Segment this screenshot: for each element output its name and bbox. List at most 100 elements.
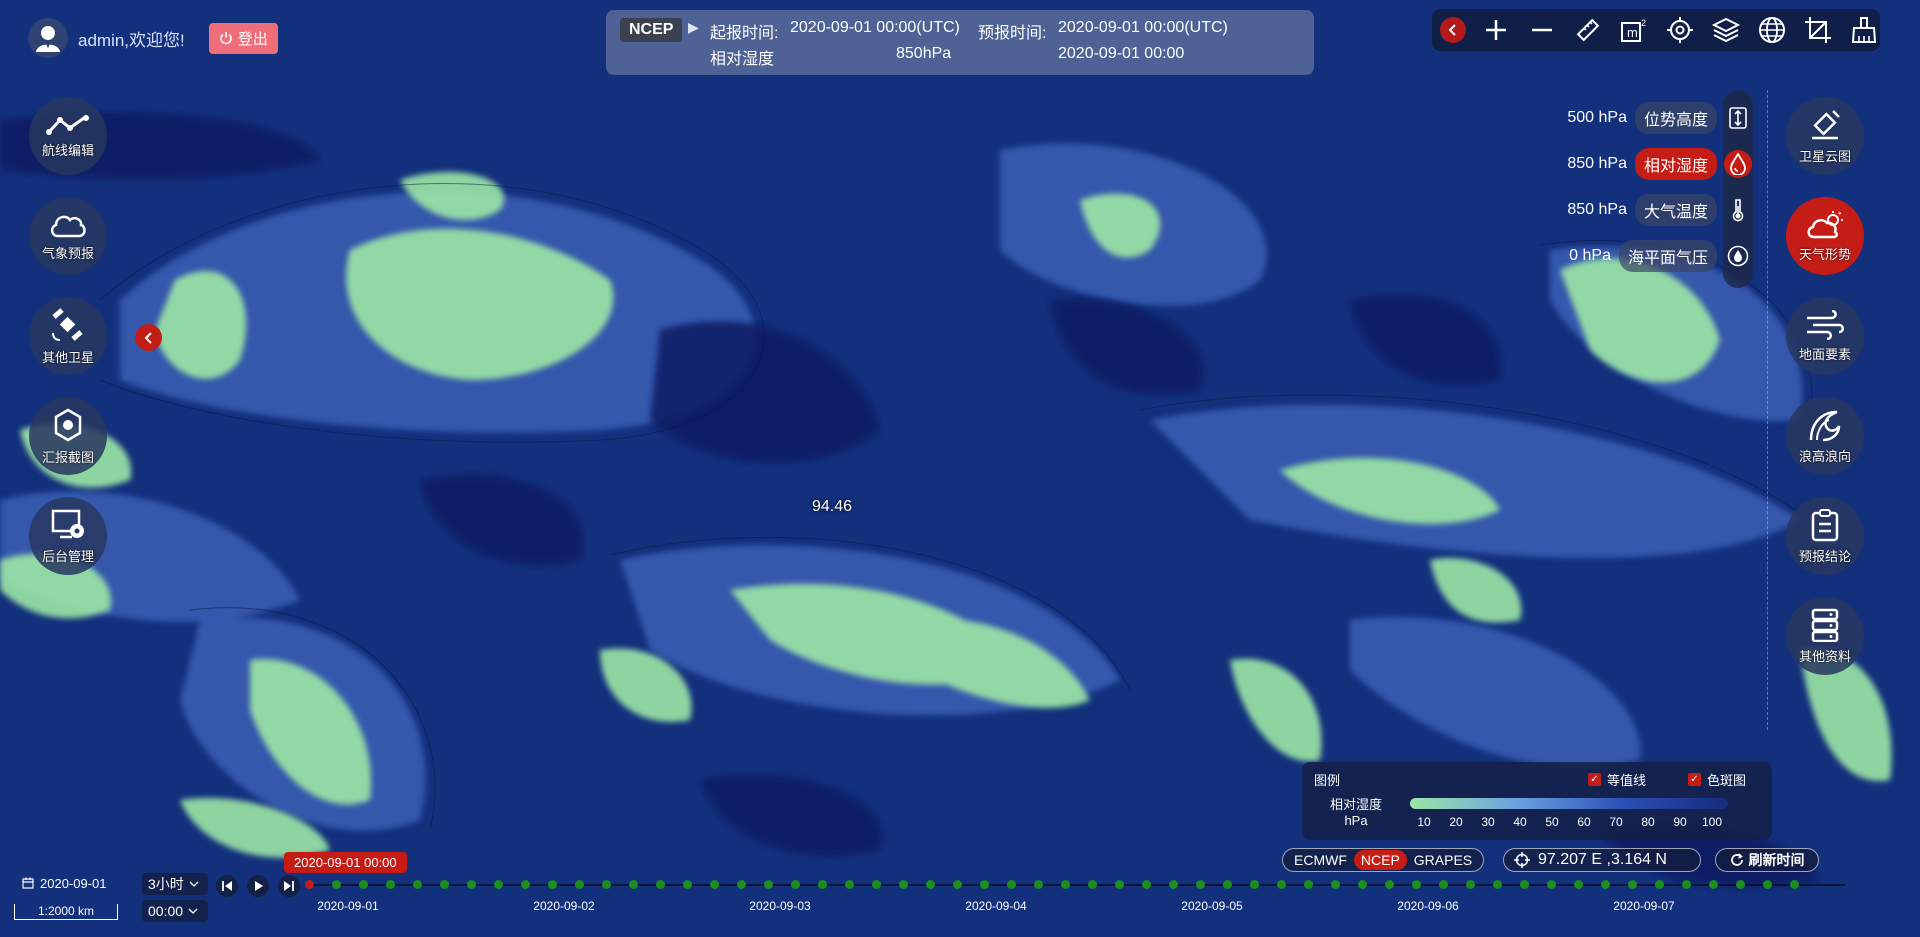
- timeline-step[interactable]: [710, 880, 719, 889]
- logout-button[interactable]: 登出: [208, 22, 278, 54]
- timeline-step[interactable]: [1250, 880, 1259, 889]
- timeline-step[interactable]: [1682, 880, 1691, 889]
- timeline-step[interactable]: [1115, 880, 1124, 889]
- timeline-step[interactable]: [1142, 880, 1151, 889]
- timeline-step[interactable]: [656, 880, 665, 889]
- timeline-step[interactable]: [872, 880, 881, 889]
- timeline-step[interactable]: [1034, 880, 1043, 889]
- timeline-step[interactable]: [1061, 880, 1070, 889]
- timeline-step[interactable]: [737, 880, 746, 889]
- hour-select[interactable]: 00:00: [142, 900, 208, 922]
- layer-humidity[interactable]: 850 hPa 相对湿度: [1567, 148, 1717, 180]
- nav-admin[interactable]: 后台管理: [29, 497, 107, 575]
- timeline-step[interactable]: [1304, 880, 1313, 889]
- timeline-step[interactable]: [1520, 880, 1529, 889]
- skip-back-button[interactable]: [216, 875, 238, 897]
- timeline-step[interactable]: [1439, 880, 1448, 889]
- globe-button[interactable]: [1756, 14, 1788, 46]
- timeline-step[interactable]: [521, 880, 530, 889]
- nav-wave[interactable]: 浪高浪向: [1786, 397, 1864, 475]
- timeline-step[interactable]: [845, 880, 854, 889]
- time-step-select[interactable]: 3小时: [142, 873, 208, 895]
- timeline[interactable]: [305, 880, 1855, 889]
- timeline-step[interactable]: [1547, 880, 1556, 889]
- timeline-step[interactable]: [1169, 880, 1178, 889]
- timeline-step[interactable]: [467, 880, 476, 889]
- zoom-out-button[interactable]: [1526, 14, 1558, 46]
- locate-button[interactable]: [1664, 14, 1696, 46]
- timeline-step[interactable]: [1709, 880, 1718, 889]
- timeline-step[interactable]: [1223, 880, 1232, 889]
- timeline-step[interactable]: [1763, 880, 1772, 889]
- nav-satellite-cloud[interactable]: 卫星云图: [1786, 97, 1864, 175]
- timeline-step[interactable]: [1007, 880, 1016, 889]
- timeline-step[interactable]: [926, 880, 935, 889]
- nav-report-screenshot[interactable]: 汇报截图: [29, 397, 107, 475]
- pressure-toggle[interactable]: [1724, 242, 1752, 270]
- temperature-toggle[interactable]: [1724, 196, 1752, 224]
- timeline-step[interactable]: [980, 880, 989, 889]
- model-option-ecmwf[interactable]: ECMWF: [1287, 850, 1354, 870]
- toolbar-collapse-button[interactable]: [1440, 17, 1466, 43]
- timeline-step[interactable]: [764, 880, 773, 889]
- nav-weather-forecast[interactable]: 气象预报: [29, 197, 107, 275]
- skip-forward-button[interactable]: [278, 875, 300, 897]
- timeline-step[interactable]: [386, 880, 395, 889]
- humidity-toggle[interactable]: [1724, 150, 1752, 178]
- height-toggle[interactable]: [1724, 104, 1752, 132]
- layer-geopotential[interactable]: 500 hPa 位势高度: [1567, 102, 1717, 134]
- timeline-step[interactable]: [1385, 880, 1394, 889]
- contour-checkbox[interactable]: ✓ 等值线: [1588, 770, 1646, 789]
- model-option-grapes[interactable]: GRAPES: [1407, 850, 1479, 870]
- ruler-button[interactable]: [1572, 14, 1604, 46]
- timeline-step[interactable]: [1331, 880, 1340, 889]
- timeline-step[interactable]: [1574, 880, 1583, 889]
- timeline-step[interactable]: [359, 880, 368, 889]
- timeline-step[interactable]: [494, 880, 503, 889]
- zoom-in-button[interactable]: [1480, 14, 1512, 46]
- timeline-step[interactable]: [1196, 880, 1205, 889]
- nav-other-data[interactable]: 其他资料: [1786, 597, 1864, 675]
- layer-temperature[interactable]: 850 hPa 大气温度: [1567, 194, 1717, 226]
- nav-other-satellites[interactable]: 其他卫星: [29, 297, 107, 375]
- timeline-step[interactable]: [1736, 880, 1745, 889]
- layers-button[interactable]: [1710, 14, 1742, 46]
- area-measure-button[interactable]: m2: [1618, 14, 1650, 46]
- timeline-step[interactable]: [791, 880, 800, 889]
- timeline-step[interactable]: [1358, 880, 1367, 889]
- timeline-step[interactable]: [332, 880, 341, 889]
- timeline-step[interactable]: [548, 880, 557, 889]
- timeline-step[interactable]: [1088, 880, 1097, 889]
- timeline-step-current[interactable]: [305, 880, 314, 889]
- date-picker[interactable]: 2020-09-01: [12, 873, 116, 893]
- layer-sea-pressure[interactable]: 0 hPa 海平面气压: [1569, 240, 1717, 272]
- nav-route-edit[interactable]: 航线编辑: [29, 97, 107, 175]
- timeline-step[interactable]: [1412, 880, 1421, 889]
- timeline-step[interactable]: [683, 880, 692, 889]
- timeline-step[interactable]: [953, 880, 962, 889]
- timeline-step[interactable]: [899, 880, 908, 889]
- timeline-step[interactable]: [440, 880, 449, 889]
- timeline-step[interactable]: [1790, 880, 1799, 889]
- clear-button[interactable]: [1848, 14, 1880, 46]
- avatar[interactable]: [28, 18, 68, 58]
- play-button[interactable]: [247, 875, 269, 897]
- nav-surface-elements[interactable]: 地面要素: [1786, 297, 1864, 375]
- timeline-step[interactable]: [1493, 880, 1502, 889]
- timeline-step[interactable]: [1628, 880, 1637, 889]
- left-panel-collapse-button[interactable]: [135, 324, 162, 351]
- timeline-step[interactable]: [413, 880, 422, 889]
- refresh-time-button[interactable]: 刷新时间: [1715, 848, 1819, 872]
- timeline-step[interactable]: [1655, 880, 1664, 889]
- nav-weather-situation[interactable]: 天气形势: [1786, 197, 1864, 275]
- timeline-step[interactable]: [1601, 880, 1610, 889]
- nav-forecast-conclusion[interactable]: 预报结论: [1786, 497, 1864, 575]
- timeline-step[interactable]: [818, 880, 827, 889]
- timeline-step[interactable]: [1277, 880, 1286, 889]
- color-checkbox[interactable]: ✓ 色斑图: [1688, 770, 1746, 789]
- timeline-step[interactable]: [602, 880, 611, 889]
- timeline-step[interactable]: [1466, 880, 1475, 889]
- timeline-step[interactable]: [629, 880, 638, 889]
- crop-button[interactable]: [1802, 14, 1834, 46]
- model-option-ncep[interactable]: NCEP: [1353, 850, 1407, 870]
